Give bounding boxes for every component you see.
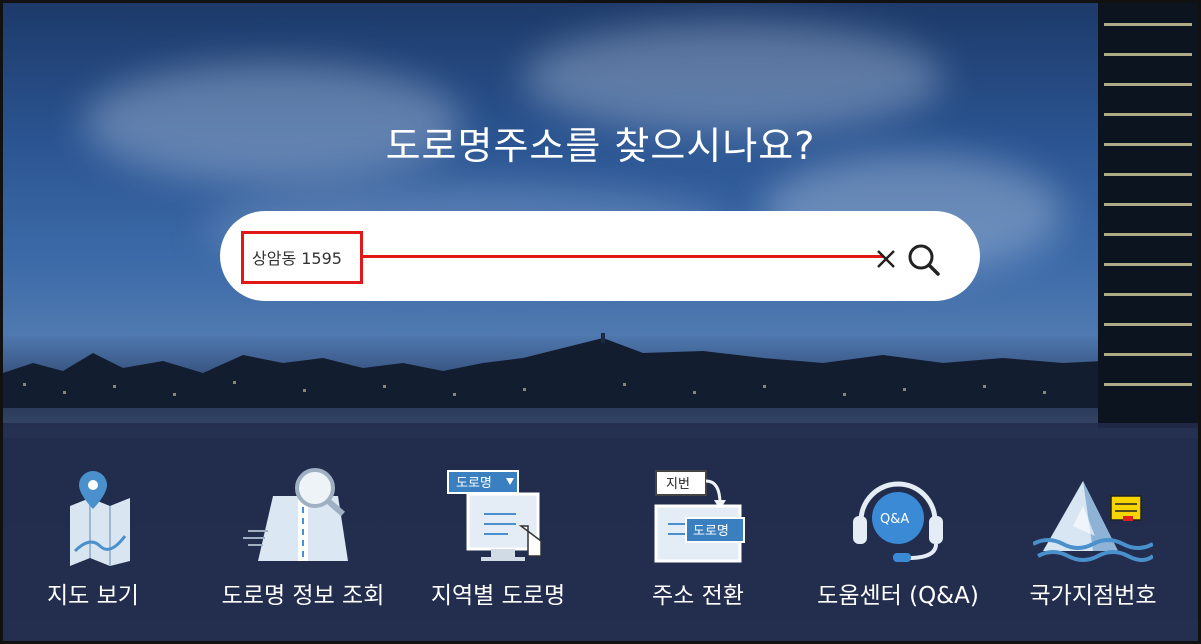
svg-text:지번: 지번 (666, 477, 690, 492)
menu-item-help-center[interactable]: Q&A 도움센터 (Q&A) (808, 458, 988, 633)
map-icon (70, 471, 130, 566)
regional-road-icon: 도로명 (447, 470, 542, 561)
menu-label: 지도 보기 (47, 583, 139, 609)
menu-label: 주소 전환 (652, 583, 744, 609)
menu-item-address-convert[interactable]: 지번 도로명 주소 전환 (608, 458, 788, 633)
address-convert-icon: 지번 도로명 (654, 470, 745, 563)
menu-label: 도로명 정보 조회 (221, 583, 385, 609)
quick-menu: 지도 보기 도로명 정보 조회 도로명 지역별 도로명 지번 도로명 주소 전환… (3, 458, 1198, 638)
svg-text:도로명: 도로명 (693, 524, 729, 539)
menu-item-national-point[interactable]: 국가지점번호 (1003, 458, 1183, 633)
menu-item-regional-road[interactable]: 도로명 지역별 도로명 (408, 458, 588, 633)
highlight-annotation-box (241, 231, 363, 284)
badge-text: 도로명 (456, 476, 492, 491)
road-info-icon (243, 468, 348, 561)
national-point-icon (1033, 481, 1153, 562)
building (1098, 3, 1198, 428)
help-center-icon: Q&A (853, 481, 943, 562)
main-banner: 도로명주소를 찾으시나요? 지도 보기 (0, 0, 1201, 644)
close-icon[interactable] (873, 246, 899, 272)
svg-text:Q&A: Q&A (880, 512, 909, 527)
menu-item-road-info[interactable]: 도로명 정보 조회 (213, 458, 393, 633)
menu-label: 국가지점번호 (1029, 583, 1157, 609)
menu-item-map[interactable]: 지도 보기 (3, 458, 183, 633)
menu-label: 도움센터 (Q&A) (817, 583, 979, 609)
annotation-arrow-line (363, 255, 883, 258)
menu-label: 지역별 도로명 (430, 583, 566, 609)
page-title: 도로명주소를 찾으시나요? (385, 124, 816, 168)
search-icon[interactable] (905, 241, 943, 279)
